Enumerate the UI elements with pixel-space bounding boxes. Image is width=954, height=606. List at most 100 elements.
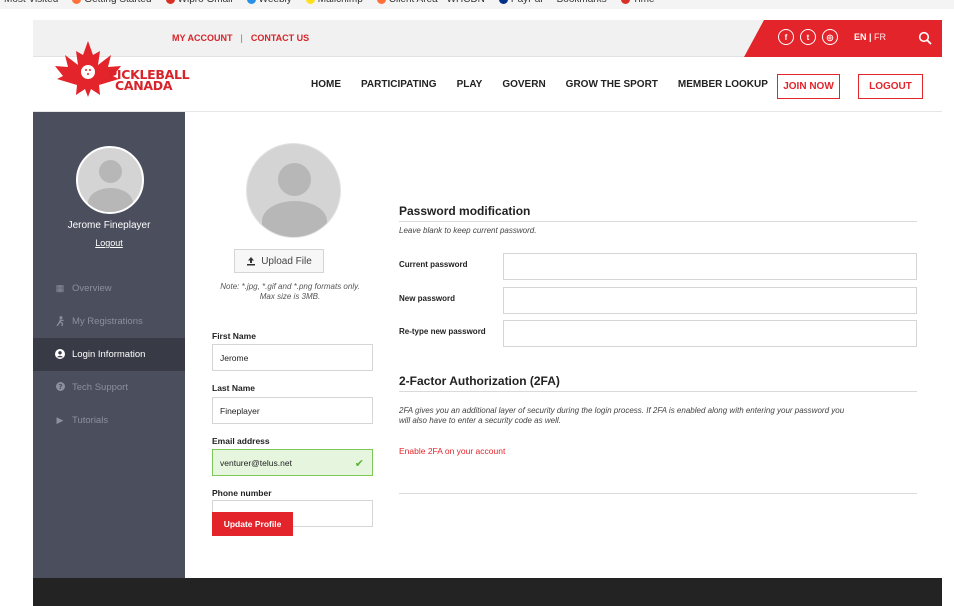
sidebar-item-overview[interactable]: ▦ Overview [33, 272, 185, 305]
password-section-title: Password modification [399, 204, 531, 218]
mailchimp-icon [305, 0, 315, 4]
weebly-icon [246, 0, 256, 4]
nav-home[interactable]: HOME [311, 79, 341, 90]
new-password-field[interactable] [503, 287, 917, 314]
sidebar-avatar [76, 146, 144, 214]
instagram-icon[interactable]: ◎ [822, 29, 838, 45]
pickleball-canada-logo[interactable]: PICKLEBALL CANADA [53, 39, 190, 109]
top-links-separator: | [240, 33, 243, 43]
calendar-icon [620, 0, 630, 4]
email-field[interactable]: venturer@telus.net ✔ [212, 449, 373, 476]
profile-avatar [246, 143, 341, 238]
account-sidebar: Jerome Fineplayer Logout ▦ Overview My R… [33, 112, 185, 578]
sidebar-item-login-information[interactable]: Login Information [33, 338, 185, 371]
sidebar-user-name: Jerome Fineplayer [67, 220, 151, 231]
twofa-description-line-2: will also have to enter a security code … [399, 416, 561, 425]
upload-file-label: Upload File [261, 255, 312, 267]
logo-wordmark: PICKLEBALL CANADA [108, 68, 190, 92]
password-section-divider [399, 221, 917, 222]
play-icon: ▶ [56, 415, 64, 425]
facebook-icon[interactable]: f [778, 29, 794, 45]
svg-text:?: ? [58, 383, 62, 391]
current-password-label: Current password [399, 260, 468, 269]
runner-icon [55, 315, 65, 328]
bookmark-item[interactable]: Weebly [246, 0, 292, 5]
top-red-band: f t ◎ EN | FR [744, 20, 942, 57]
bookmark-label: Bookmarks [557, 0, 607, 5]
sidebar-item-label: Tech Support [72, 382, 128, 393]
bookmark-label: Mailchimp [318, 0, 363, 5]
social-icons: f t ◎ [778, 29, 838, 45]
twofa-description: 2FA gives you an additional layer of sec… [399, 406, 844, 426]
user-circle-icon [55, 348, 65, 361]
gmail-icon [165, 0, 175, 4]
bookmark-label: Wipro Gmail [178, 0, 233, 5]
update-profile-button[interactable]: Update Profile [212, 512, 293, 536]
sidebar-item-my-registrations[interactable]: My Registrations [33, 305, 185, 338]
sidebar-item-label: Login Information [72, 349, 146, 360]
bookmark-item[interactable]: PayPal [498, 0, 543, 5]
paypal-icon [498, 0, 508, 4]
twitter-icon[interactable]: t [800, 29, 816, 45]
sidebar-item-tutorials[interactable]: ▶ Tutorials [33, 404, 185, 437]
bookmark-label: Time [633, 0, 655, 5]
bookmark-label: Most Visited [4, 0, 58, 5]
bookmark-item[interactable]: Getting Started [72, 0, 152, 5]
password-section-subtitle: Leave blank to keep current password. [399, 226, 537, 235]
email-value: venturer@telus.net [220, 457, 292, 468]
contact-us-link[interactable]: CONTACT US [251, 33, 309, 43]
firefox-icon [376, 0, 386, 4]
bookmark-item[interactable]: Mailchimp [305, 0, 363, 5]
bookmark-item[interactable]: Wipro Gmail [165, 0, 233, 5]
sidebar-logout-link[interactable]: Logout [33, 238, 185, 248]
bookmark-item[interactable]: Client Area - WHCDN [376, 0, 485, 5]
first-name-field[interactable]: Jerome [212, 344, 373, 371]
bookmark-label: PayPal [511, 0, 543, 5]
current-password-field[interactable] [503, 253, 917, 280]
nav-member-lookup[interactable]: MEMBER LOOKUP [678, 79, 768, 90]
upload-note-line-1: Note: *.jpg, *.gif and *.png formats onl… [220, 282, 360, 291]
upload-format-note: Note: *.jpg, *.gif and *.png formats onl… [205, 282, 375, 302]
twofa-description-line-1: 2FA gives you an additional layer of sec… [399, 406, 845, 415]
firefox-icon [72, 0, 82, 4]
bookmark-item[interactable]: Time [620, 0, 655, 5]
nav-play[interactable]: PLAY [457, 79, 483, 90]
last-name-label: Last Name [212, 383, 255, 393]
search-icon[interactable] [918, 31, 932, 45]
nav-participating[interactable]: PARTICIPATING [361, 79, 437, 90]
last-name-field[interactable]: Fineplayer [212, 397, 373, 424]
phone-label: Phone number [212, 488, 272, 498]
upload-icon [247, 257, 256, 266]
lang-en-link[interactable]: EN [854, 32, 867, 42]
main-nav-links: HOME PARTICIPATING PLAY GOVERN GROW THE … [311, 79, 768, 90]
nav-govern[interactable]: GOVERN [502, 79, 545, 90]
sidebar-item-tech-support[interactable]: ? Tech Support [33, 371, 185, 404]
lang-separator: | [866, 32, 875, 42]
bookmarks-bar: Most Visited Getting Started Wipro Gmail We… [0, 0, 954, 9]
sidebar-item-label: Overview [72, 283, 112, 294]
upload-note-line-2: Max size is 3MB. [259, 292, 321, 301]
lang-fr-link[interactable]: FR [874, 32, 886, 42]
upload-file-button[interactable]: Upload File [234, 249, 324, 273]
join-now-button[interactable]: JOIN NOW [777, 74, 840, 99]
retype-password-field[interactable] [503, 320, 917, 347]
twofa-bottom-divider [399, 493, 917, 494]
bookmarks-row: Most Visited Getting Started Wipro Gmail We… [4, 0, 654, 5]
bookmark-label: Getting Started [84, 0, 151, 5]
page-footer [33, 578, 942, 606]
bookmark-item[interactable]: Bookmarks [557, 0, 607, 5]
sidebar-menu: ▦ Overview My Registrations Login Inform… [33, 272, 185, 437]
main-navbar: PICKLEBALL CANADA HOME PARTICIPATING PLA… [33, 41, 942, 112]
page-frame: MY ACCOUNT | CONTACT US f t ◎ EN | FR PI… [33, 9, 942, 606]
question-icon: ? [55, 382, 65, 393]
logout-button[interactable]: LOGOUT [858, 74, 923, 99]
retype-password-label: Re-type new password [399, 327, 486, 336]
enable-2fa-link[interactable]: Enable 2FA on your account [399, 446, 505, 456]
top-links: MY ACCOUNT | CONTACT US [172, 33, 309, 43]
grid-icon: ▦ [55, 283, 65, 293]
bookmark-item[interactable]: Most Visited [4, 0, 58, 5]
sidebar-item-label: My Registrations [72, 316, 143, 327]
my-account-link[interactable]: MY ACCOUNT [172, 33, 233, 43]
check-icon: ✔ [354, 458, 364, 470]
nav-grow-the-sport[interactable]: GROW THE SPORT [566, 79, 658, 90]
